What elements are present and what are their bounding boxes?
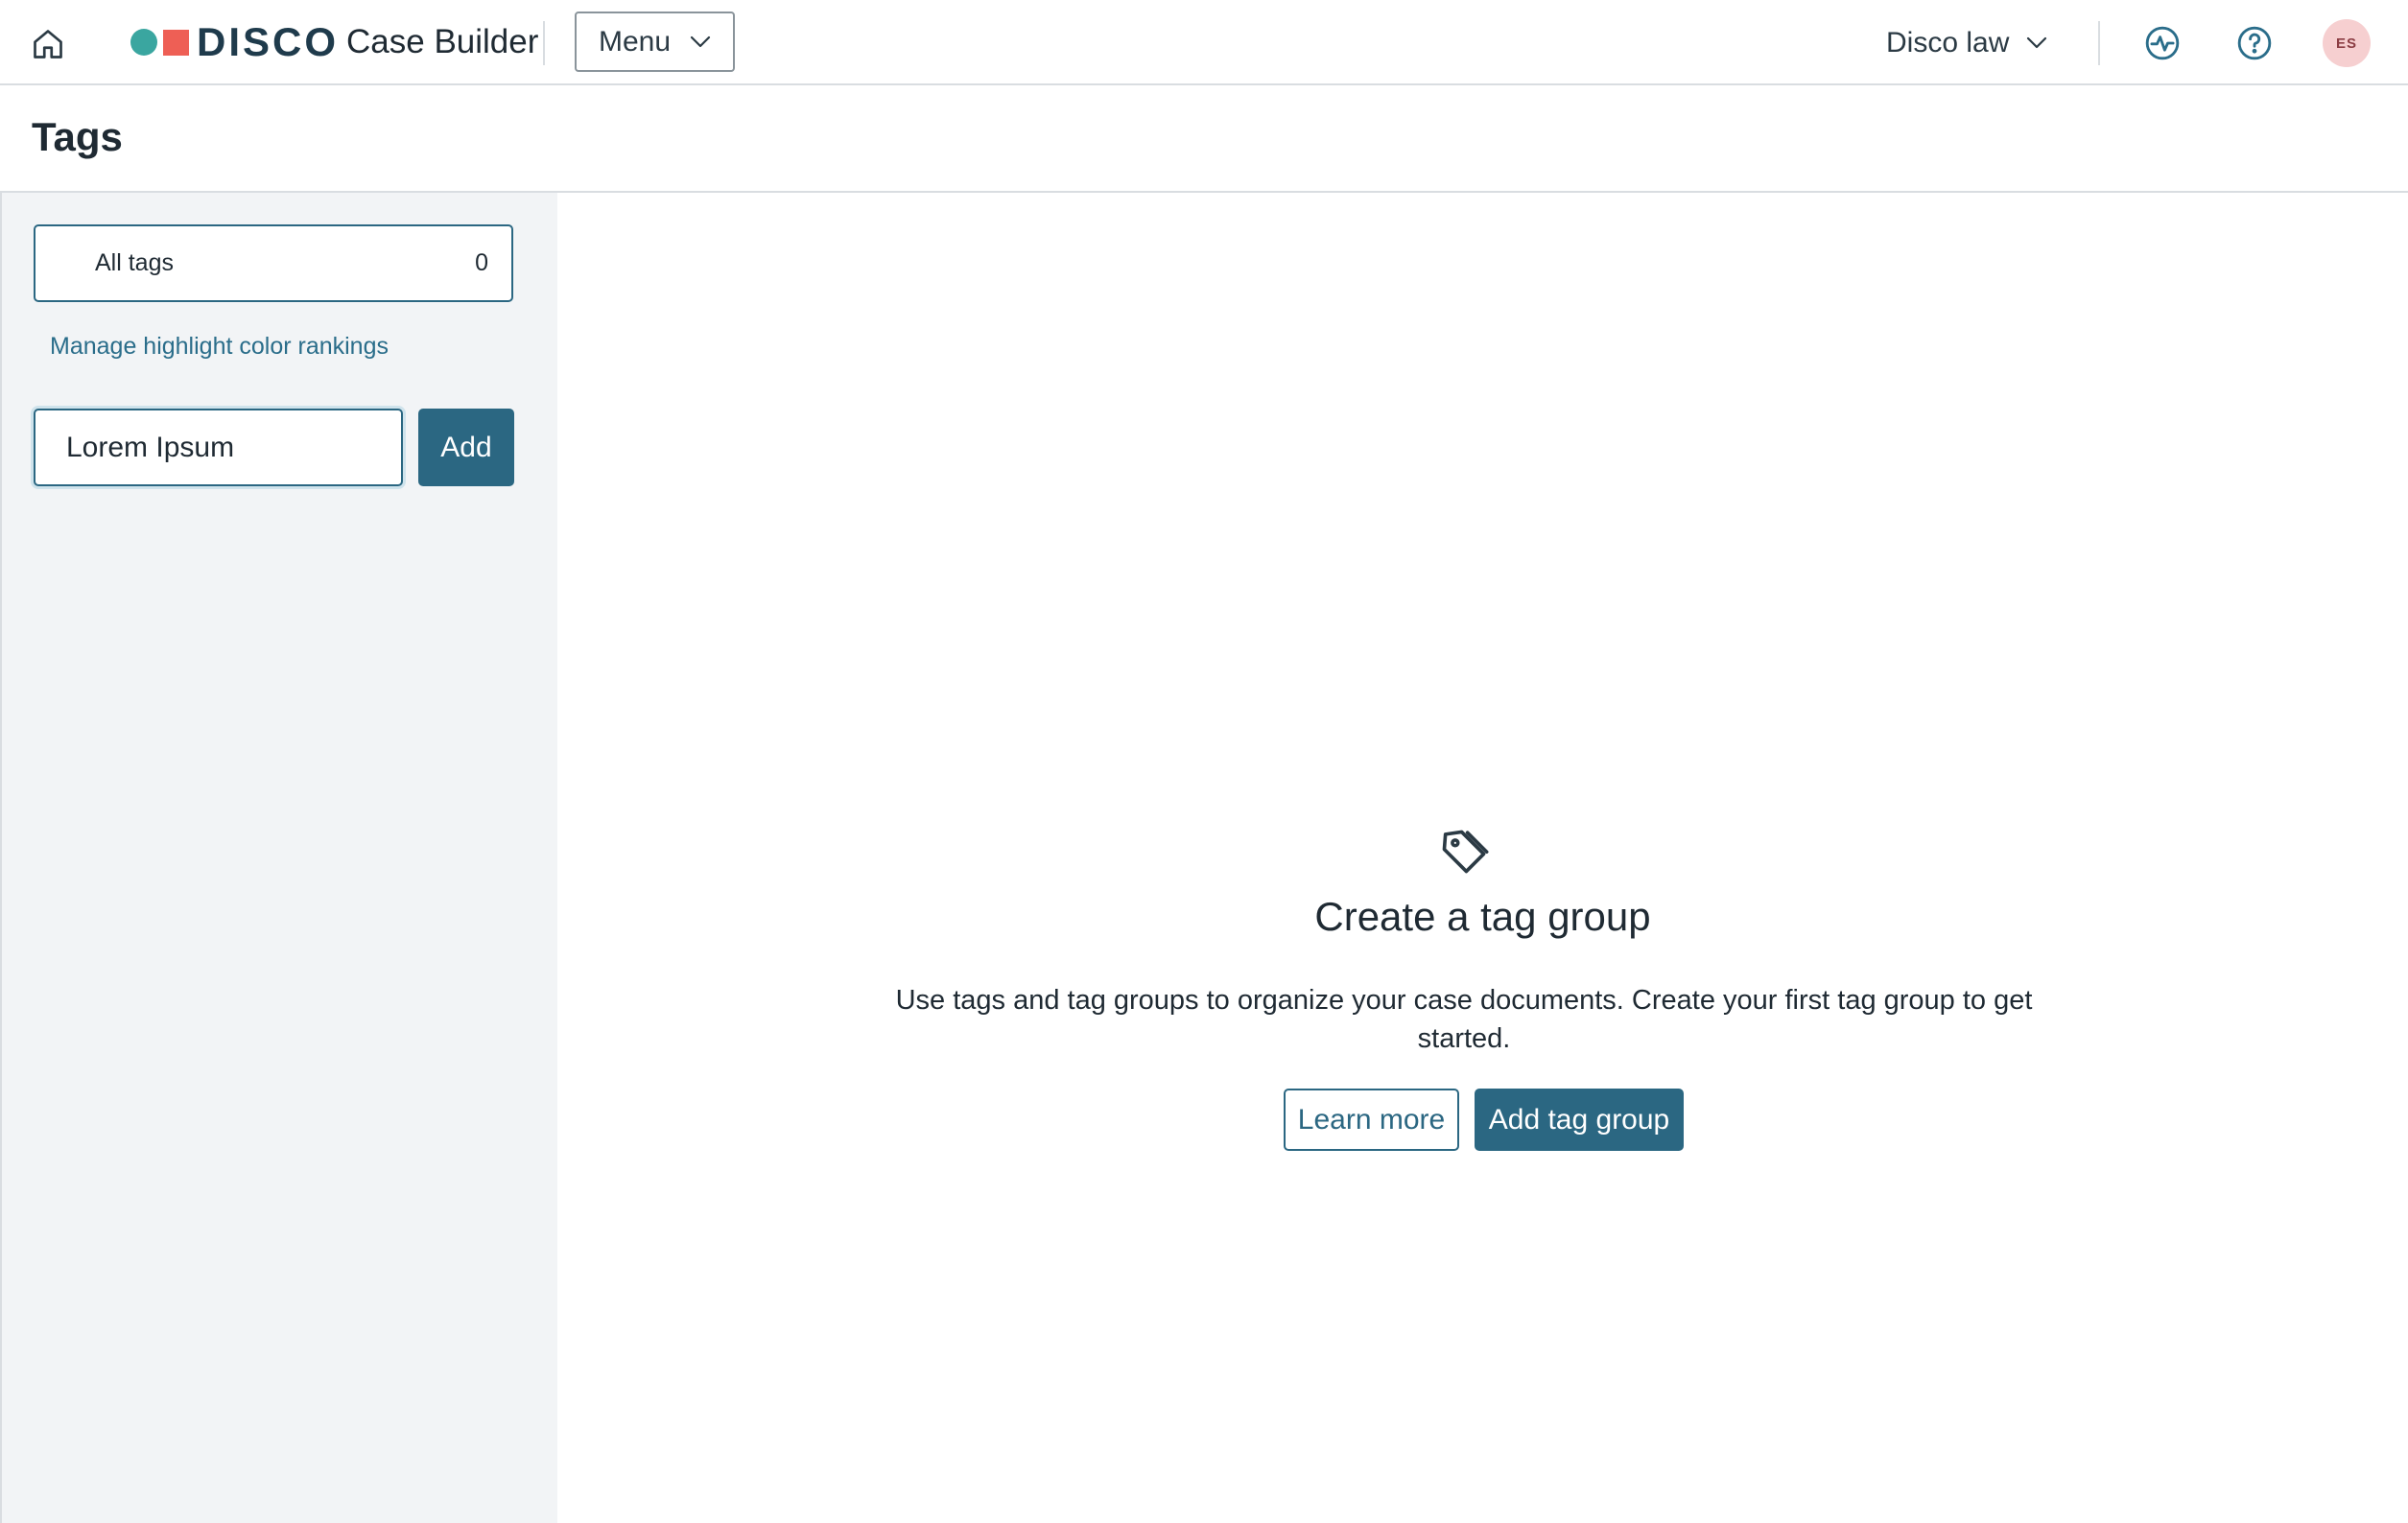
activity-icon (2145, 26, 2180, 60)
all-tags-label: All tags (95, 249, 174, 276)
empty-state-title: Create a tag group (1314, 894, 1651, 939)
menu-label: Menu (598, 25, 672, 58)
help-icon (2237, 26, 2272, 60)
home-button[interactable] (25, 21, 71, 67)
top-navigation-bar: DISCO Case Builder Menu Disco law ES (0, 0, 2408, 85)
empty-state-description: Use tags and tag groups to organize your… (895, 985, 2033, 1054)
organization-name: Disco law (1886, 27, 2010, 59)
learn-more-button[interactable]: Learn more (1284, 1089, 1459, 1151)
product-name: Case Builder (346, 23, 539, 60)
activity-button[interactable] (2138, 19, 2186, 67)
chevron-down-icon (690, 35, 711, 47)
help-button[interactable] (2231, 19, 2278, 67)
page-title: Tags (32, 114, 123, 159)
tag-icon (1442, 830, 1489, 874)
disco-case-builder-logo[interactable]: DISCO Case Builder (130, 19, 539, 64)
menu-button[interactable]: Menu (575, 12, 735, 72)
logo-dot (130, 29, 157, 56)
all-tags-count: 0 (475, 249, 488, 276)
user-avatar[interactable]: ES (2323, 19, 2371, 67)
manage-highlight-color-rankings-link[interactable]: Manage highlight color rankings (50, 333, 389, 361)
organization-selector[interactable]: Disco law (1886, 19, 2047, 67)
divider (543, 21, 545, 65)
all-tags-item[interactable]: All tags 0 (34, 224, 513, 302)
page-header: Tags (0, 85, 2408, 193)
home-icon (34, 30, 62, 59)
logo-word: DISCO (197, 19, 340, 64)
tags-sidebar: All tags 0 Manage highlight color rankin… (0, 193, 557, 1523)
chevron-down-icon (2027, 36, 2047, 49)
divider (2098, 21, 2100, 65)
logo-square (163, 29, 189, 56)
new-tag-input[interactable] (34, 409, 403, 486)
empty-state: Create a tag group Use tags and tag grou… (557, 193, 2408, 1523)
add-tag-button[interactable]: Add (418, 409, 514, 486)
add-tag-group-button[interactable]: Add tag group (1475, 1089, 1684, 1151)
